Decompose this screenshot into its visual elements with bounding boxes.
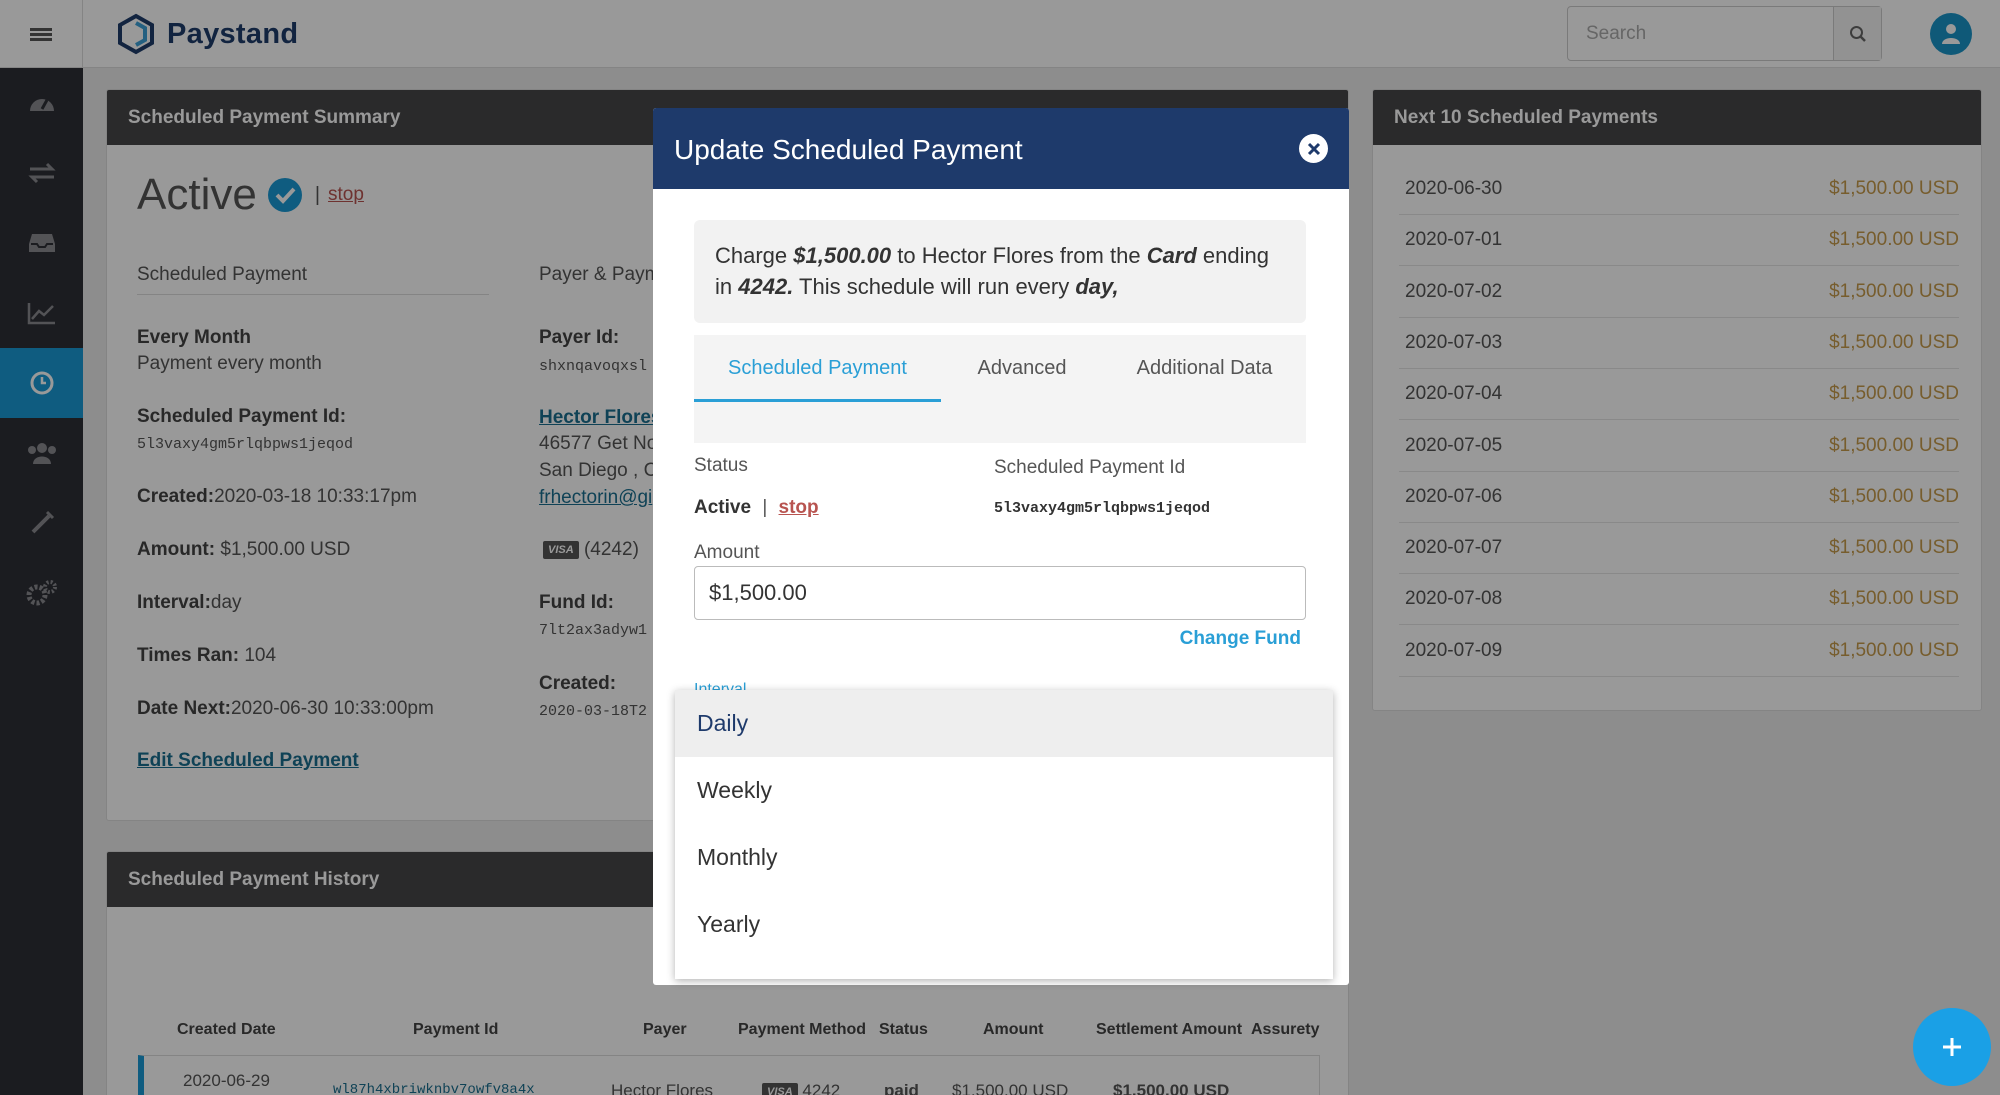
interval-dropdown: Daily Weekly Monthly Yearly — [675, 690, 1333, 979]
amount-label: Amount — [694, 542, 760, 563]
option-yearly[interactable]: Yearly — [675, 891, 1333, 958]
charge-text: This schedule will run every — [793, 274, 1076, 299]
amount-input[interactable] — [694, 566, 1306, 620]
charge-text: Charge — [715, 243, 794, 268]
modal-header: Update Scheduled Payment — [653, 108, 1349, 189]
charge-card: Card — [1146, 243, 1197, 268]
charge-summary: Charge $1,500.00 to Hector Flores from t… — [694, 220, 1306, 323]
plus-icon — [1943, 1038, 1961, 1056]
add-button[interactable] — [1913, 1008, 1991, 1086]
status-label: Status — [694, 455, 748, 476]
charge-interval: day, — [1075, 274, 1119, 299]
status-separator: | — [762, 497, 768, 518]
modal-status-value: Active — [694, 497, 752, 518]
charge-last: 4242. — [738, 274, 794, 299]
option-weekly[interactable]: Weekly — [675, 757, 1333, 824]
tab-additional-data[interactable]: Additional Data — [1103, 335, 1306, 402]
modal-status: Active | stop — [694, 497, 819, 519]
modal-tabs: Scheduled Payment Advanced Additional Da… — [694, 335, 1306, 443]
charge-text: to Hector Flores from the — [891, 243, 1147, 268]
modal-stop-link[interactable]: stop — [779, 497, 819, 518]
change-fund-link[interactable]: Change Fund — [1180, 628, 1301, 650]
charge-amount: $1,500.00 — [793, 243, 892, 268]
option-daily[interactable]: Daily — [675, 690, 1333, 757]
tab-advanced[interactable]: Advanced — [941, 335, 1103, 402]
option-monthly[interactable]: Monthly — [675, 824, 1333, 891]
modal-sp-id-value: 5l3vaxy4gm5rlqbpws1jeqod — [994, 500, 1211, 517]
tab-scheduled-payment[interactable]: Scheduled Payment — [694, 335, 941, 402]
modal-sp-id-label: Scheduled Payment Id — [994, 457, 1186, 478]
close-button[interactable] — [1299, 134, 1328, 163]
modal-title: Update Scheduled Payment — [674, 134, 1023, 165]
close-icon — [1307, 142, 1320, 155]
